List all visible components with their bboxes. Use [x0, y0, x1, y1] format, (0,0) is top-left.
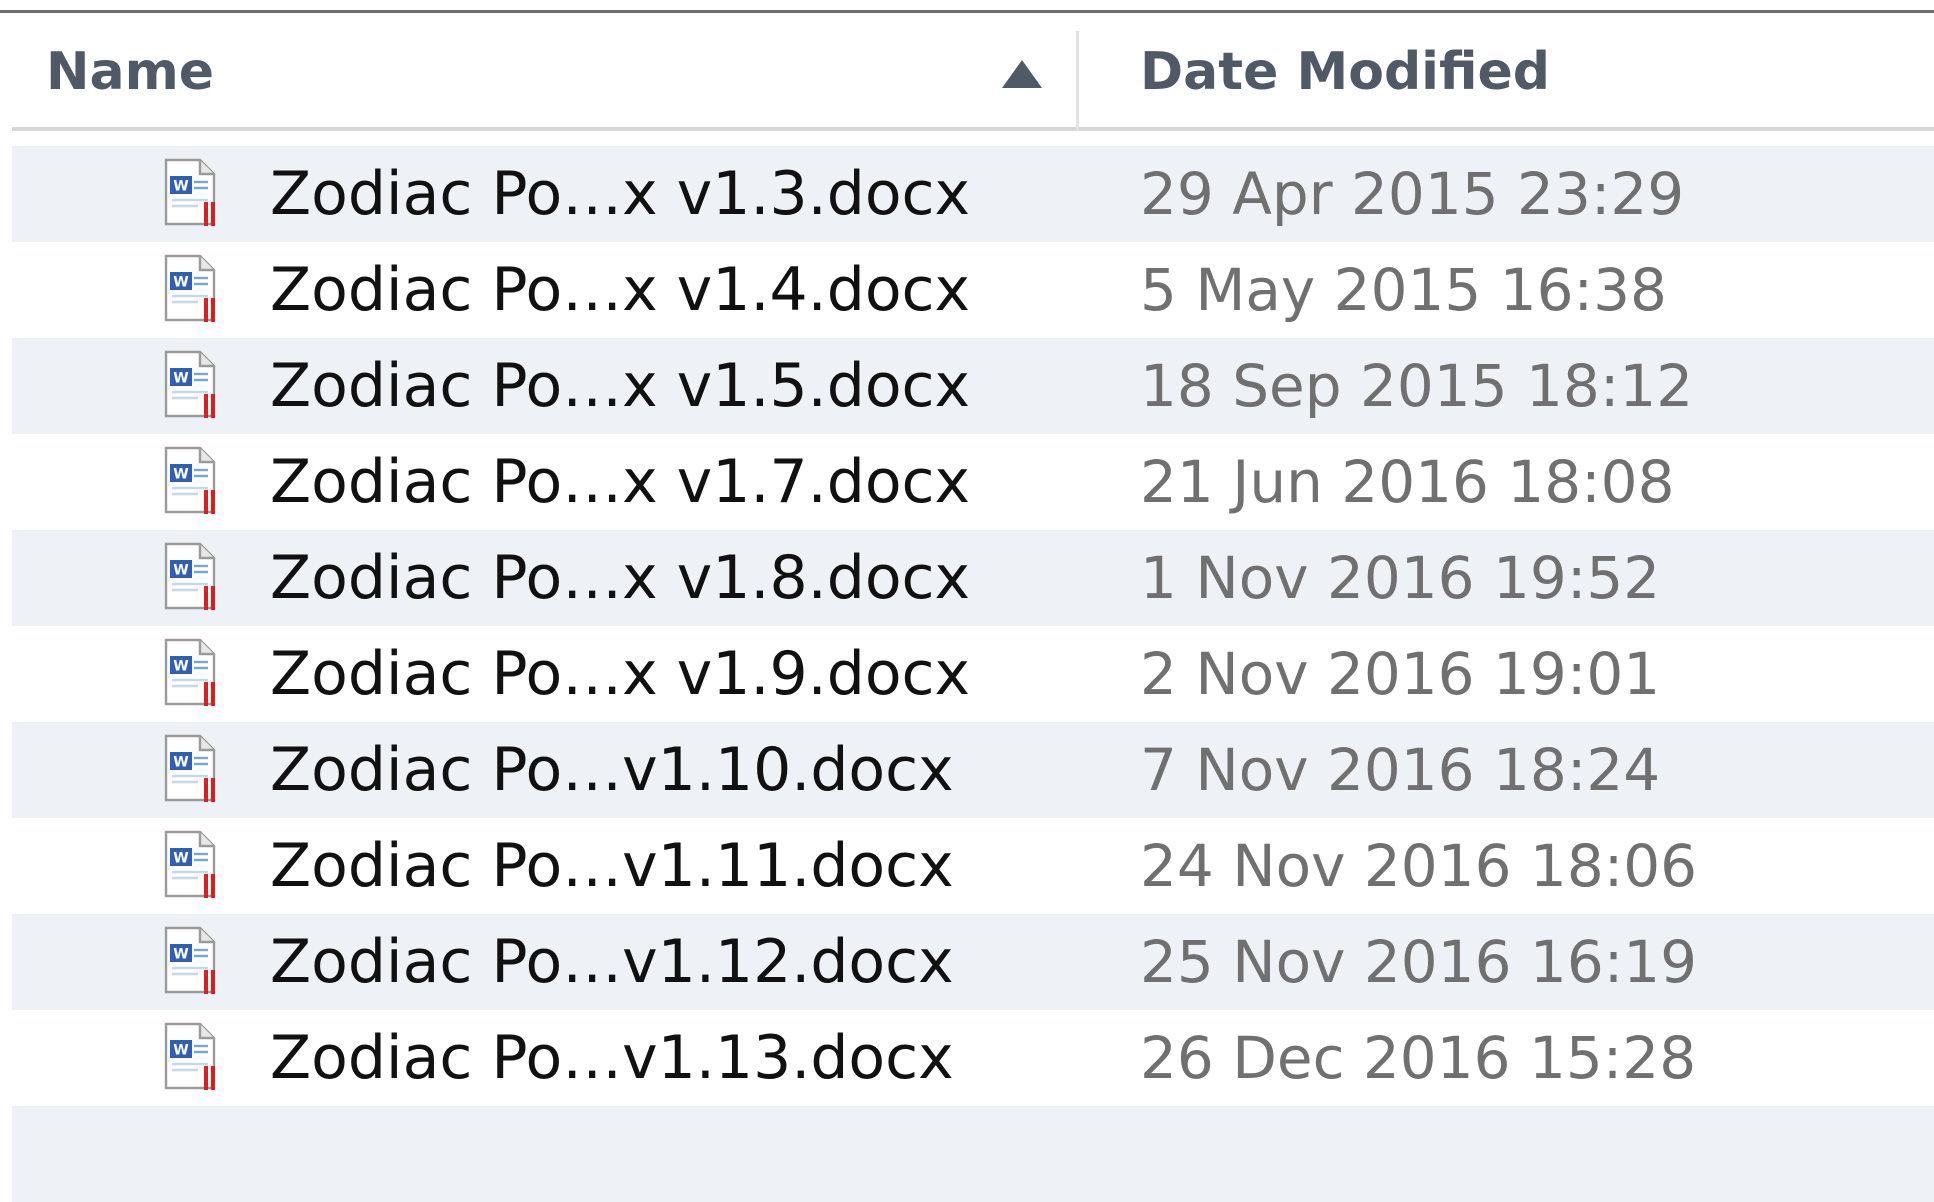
column-divider[interactable] — [1076, 31, 1079, 131]
word-document-icon[interactable]: W — [162, 926, 218, 996]
file-name[interactable]: Zodiac Po…v1.13.docx — [270, 1010, 954, 1106]
svg-text:W: W — [173, 466, 188, 482]
word-document-icon[interactable]: W — [162, 350, 218, 420]
file-row[interactable]: W Zodiac Po…x v1.4.docx 5 May 2015 16:38 — [12, 242, 1934, 338]
svg-text:W: W — [173, 562, 188, 578]
file-name[interactable]: Zodiac Po…x v1.3.docx — [270, 146, 970, 242]
file-name[interactable]: Zodiac Po…x v1.5.docx — [270, 338, 970, 434]
file-row[interactable]: W Zodiac Po…x v1.5.docx 18 Sep 2015 18:12 — [12, 338, 1934, 434]
column-header-bar: Name Date Modified — [12, 13, 1934, 131]
word-document-icon[interactable]: W — [162, 1022, 218, 1092]
file-date-modified: 2 Nov 2016 19:01 — [1140, 640, 1661, 708]
word-document-icon[interactable]: W — [162, 446, 218, 516]
finder-list-view: Name Date Modified W Zodiac Po…x v1.3.doc… — [0, 0, 1934, 1202]
file-name[interactable]: Zodiac Po…v1.12.docx — [270, 914, 954, 1010]
file-date-modified: 25 Nov 2016 16:19 — [1140, 928, 1698, 996]
svg-text:W: W — [173, 1042, 188, 1058]
file-date-modified: 18 Sep 2015 18:12 — [1140, 352, 1694, 420]
svg-text:W: W — [173, 658, 188, 674]
word-document-icon[interactable]: W — [162, 638, 218, 708]
file-row[interactable]: W Zodiac Po…v1.10.docx 7 Nov 2016 18:24 — [12, 722, 1934, 818]
file-name[interactable]: Zodiac Po…x v1.7.docx — [270, 434, 970, 530]
name-column-header[interactable]: Name — [46, 13, 1086, 131]
svg-text:W: W — [173, 850, 188, 866]
file-date-modified: 29 Apr 2015 23:29 — [1140, 160, 1685, 228]
file-row[interactable]: W Zodiac Po…v1.12.docx 25 Nov 2016 16:19 — [12, 914, 1934, 1010]
word-document-icon[interactable]: W — [162, 158, 218, 228]
name-column-label: Name — [46, 42, 215, 102]
file-date-modified: 24 Nov 2016 18:06 — [1140, 832, 1698, 900]
file-date-modified: 21 Jun 2016 18:08 — [1140, 448, 1675, 516]
word-document-icon[interactable]: W — [162, 734, 218, 804]
file-date-modified: 5 May 2015 16:38 — [1140, 256, 1667, 324]
date-modified-column-header[interactable]: Date Modified — [1140, 13, 1550, 131]
file-row[interactable]: W Zodiac Po…x v1.7.docx 21 Jun 2016 18:08 — [12, 434, 1934, 530]
word-document-icon[interactable]: W — [162, 254, 218, 324]
file-row[interactable]: W Zodiac Po…v1.13.docx 26 Dec 2016 15:28 — [12, 1010, 1934, 1106]
svg-text:W: W — [173, 946, 188, 962]
word-document-icon[interactable]: W — [162, 830, 218, 900]
svg-text:W: W — [173, 370, 188, 386]
file-row[interactable]: W Zodiac Po…v1.11.docx 24 Nov 2016 18:06 — [12, 818, 1934, 914]
svg-text:W: W — [173, 274, 188, 290]
svg-text:W: W — [173, 754, 188, 770]
file-list: W Zodiac Po…x v1.3.docx 29 Apr 2015 23:29 W… — [12, 146, 1934, 1202]
empty-row — [12, 1106, 1934, 1202]
file-row[interactable]: W Zodiac Po…x v1.3.docx 29 Apr 2015 23:29 — [12, 146, 1934, 242]
file-date-modified: 26 Dec 2016 15:28 — [1140, 1024, 1697, 1092]
file-date-modified: 7 Nov 2016 18:24 — [1140, 736, 1661, 804]
file-name[interactable]: Zodiac Po…x v1.4.docx — [270, 242, 970, 338]
date-modified-column-label: Date Modified — [1140, 42, 1551, 102]
file-name[interactable]: Zodiac Po…x v1.8.docx — [270, 530, 970, 626]
file-row[interactable]: W Zodiac Po…x v1.8.docx 1 Nov 2016 19:52 — [12, 530, 1934, 626]
file-name[interactable]: Zodiac Po…v1.10.docx — [270, 722, 954, 818]
svg-text:W: W — [173, 178, 188, 194]
file-date-modified: 1 Nov 2016 19:52 — [1140, 544, 1661, 612]
file-name[interactable]: Zodiac Po…x v1.9.docx — [270, 626, 970, 722]
file-name[interactable]: Zodiac Po…v1.11.docx — [270, 818, 954, 914]
word-document-icon[interactable]: W — [162, 542, 218, 612]
sort-ascending-icon — [1002, 60, 1042, 88]
file-row[interactable]: W Zodiac Po…x v1.9.docx 2 Nov 2016 19:01 — [12, 626, 1934, 722]
